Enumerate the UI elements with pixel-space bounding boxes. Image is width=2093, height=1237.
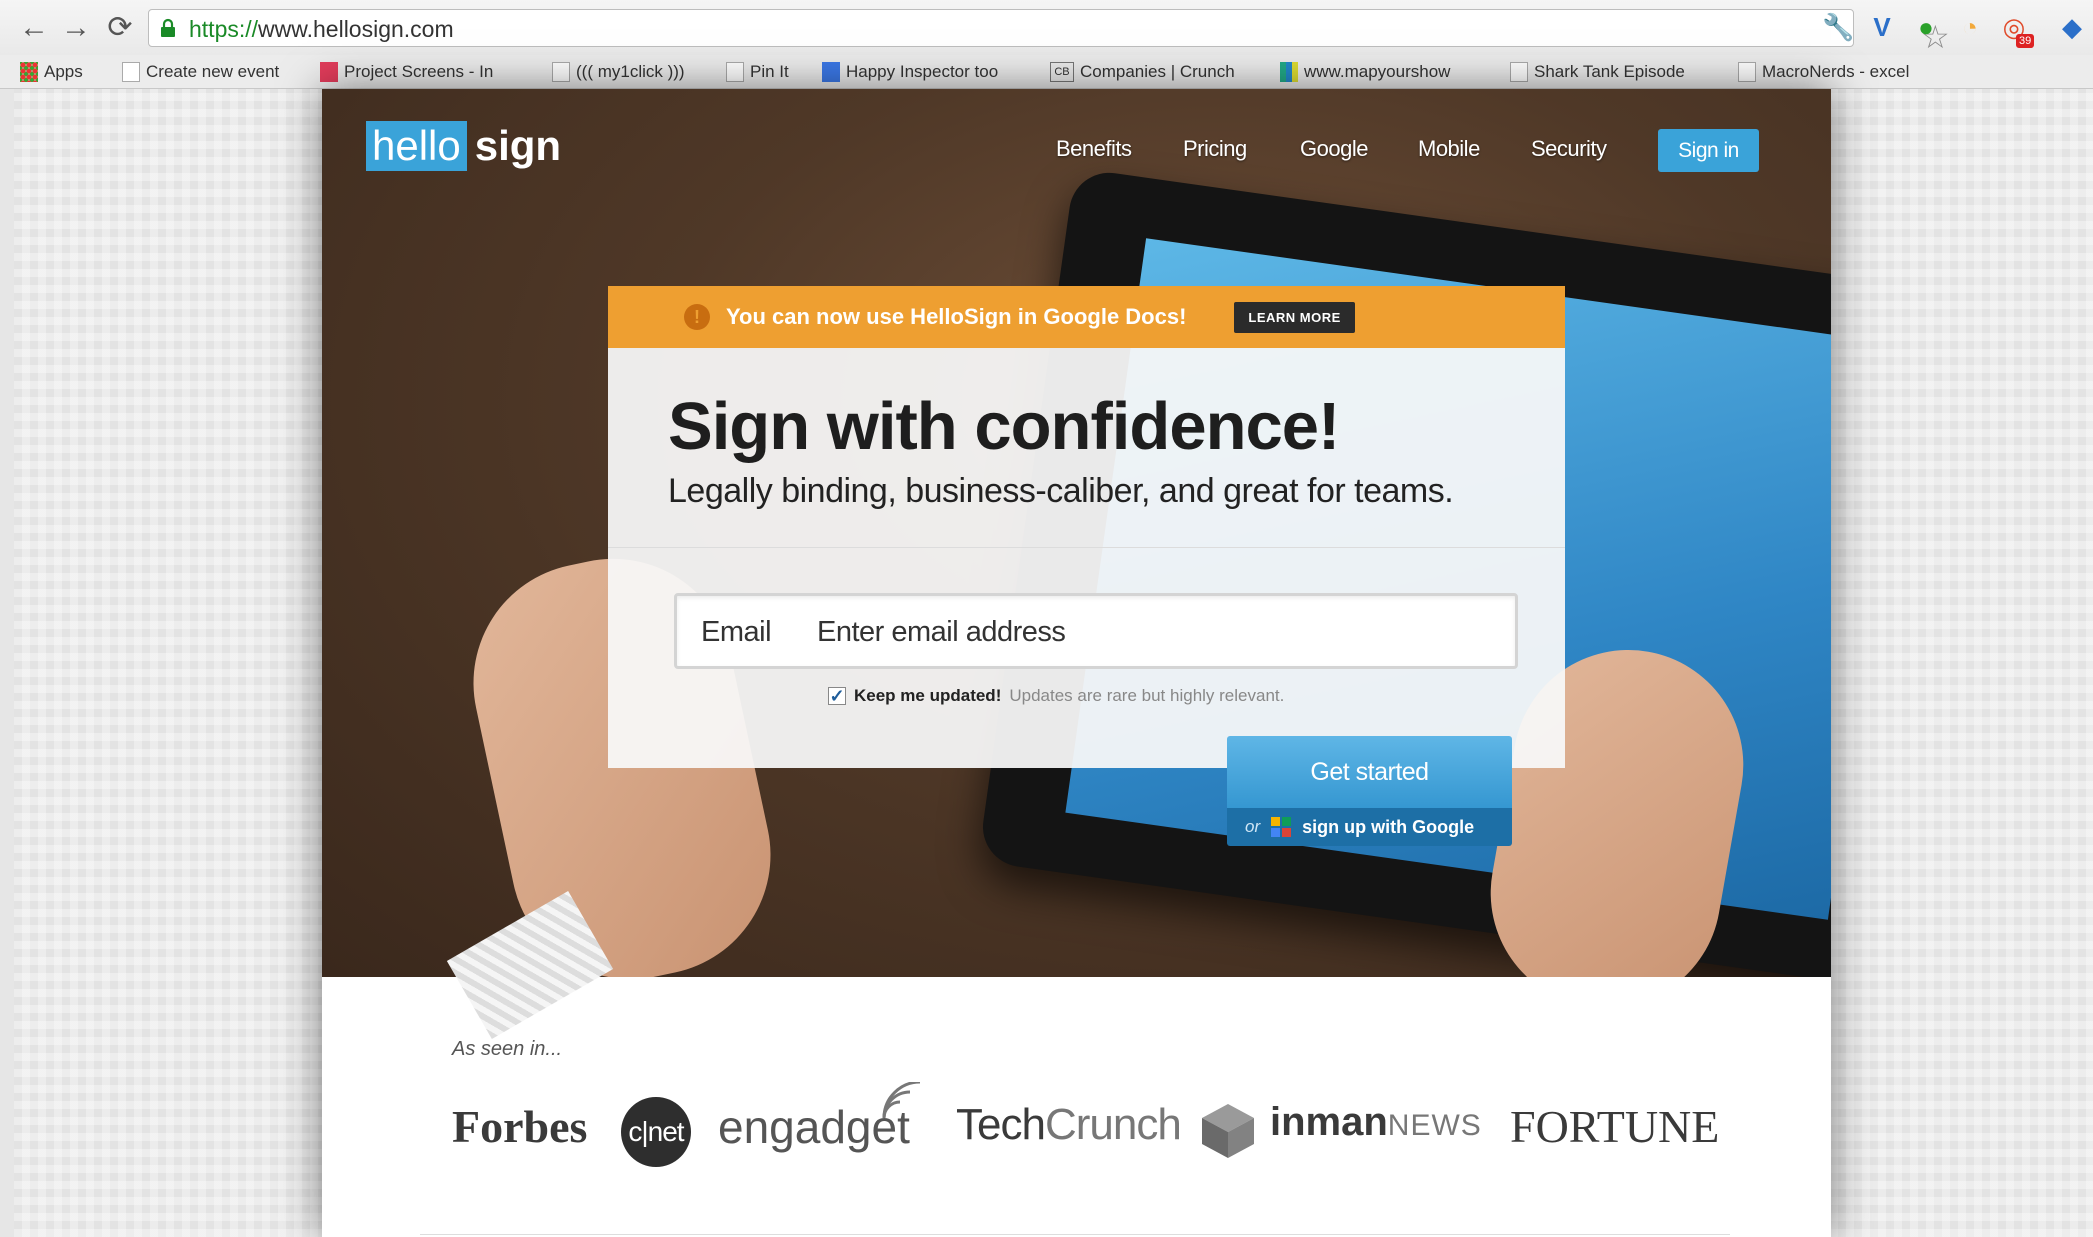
crunchbase-icon: CB <box>1050 62 1074 82</box>
bookmark-pin-it[interactable]: Pin It <box>726 58 789 86</box>
bookmark-label: Happy Inspector too <box>846 62 999 81</box>
bookmark-apps[interactable]: Apps <box>20 58 83 86</box>
email-field[interactable]: Email <box>674 593 1518 669</box>
or-label: or <box>1245 817 1261 836</box>
google-icon <box>1271 817 1292 837</box>
page-icon <box>122 62 140 82</box>
back-arrow-icon[interactable]: ← <box>16 10 52 46</box>
cnet-logo: c|net <box>621 1097 691 1167</box>
google-signup-button[interactable]: or sign up with Google <box>1227 808 1512 846</box>
nav-mobile[interactable]: Mobile <box>1418 136 1480 162</box>
techcrunch-logo-part1: Tech <box>956 1100 1046 1149</box>
url-text[interactable]: https://www.hellosign.com <box>189 15 454 43</box>
bookmark-project-screens[interactable]: Project Screens - In <box>320 58 493 86</box>
lock-icon <box>161 18 175 37</box>
bookmark-label: Shark Tank Episode <box>1534 62 1685 81</box>
keep-updated-checkbox[interactable]: ✓ <box>828 687 846 705</box>
inman-logo-part1: inman <box>1270 1100 1388 1144</box>
bookmark-label: Pin It <box>750 62 789 81</box>
invision-icon <box>320 62 338 82</box>
wrench-icon[interactable]: 🔧 <box>1822 11 1854 43</box>
page-icon <box>1738 62 1756 82</box>
logo-hello: hello <box>366 121 467 171</box>
bookmark-crunchbase[interactable]: CB Companies | Crunch <box>1050 58 1235 86</box>
card-header: Sign with confidence! Legally binding, b… <box>608 348 1565 548</box>
green-pin-extension-icon[interactable]: ● <box>1910 11 1942 43</box>
inman-news-logo: inmanNEWS <box>1270 1100 1482 1145</box>
as-seen-in-label: As seen in... <box>452 1038 563 1060</box>
bookmark-label: Create new event <box>146 62 280 81</box>
techcrunch-logo: TechCrunch <box>956 1100 1182 1150</box>
sign-in-button[interactable]: Sign in <box>1658 129 1759 172</box>
page-icon <box>726 62 744 82</box>
bookmark-my1click[interactable]: ((( my1click ))) <box>552 58 685 86</box>
bookmark-label: Project Screens - In <box>344 62 494 81</box>
engadget-waves-icon <box>882 1082 921 1119</box>
logo-sign: sign <box>474 122 562 169</box>
keep-updated-label: Keep me updated! <box>854 686 1002 705</box>
nav-pricing[interactable]: Pricing <box>1183 136 1247 162</box>
fortune-logo: FORTUNE <box>1510 1101 1720 1152</box>
bookmark-label: www.mapyourshow <box>1304 62 1451 81</box>
inman-logo-part2: NEWS <box>1387 1109 1482 1142</box>
get-started-button[interactable]: Get started <box>1227 736 1512 808</box>
address-bar[interactable]: https://www.hellosign.com ☆ <box>148 9 1950 55</box>
signup-card: Sign with confidence! Legally binding, b… <box>608 348 1565 768</box>
email-input[interactable] <box>817 608 1507 656</box>
techcrunch-logo-part2: Crunch <box>1044 1100 1182 1149</box>
page-icon <box>552 62 570 82</box>
bookmark-create-new-event[interactable]: Create new event <box>122 58 279 86</box>
reload-icon[interactable]: ⟳ <box>102 10 138 46</box>
forward-arrow-icon[interactable]: → <box>58 10 94 46</box>
inman-cube-icon <box>1202 1104 1254 1158</box>
puzzle-extension-icon[interactable]: ◆ <box>2056 11 2088 43</box>
page-subtitle: Legally binding, business-caliber, and g… <box>668 472 1454 510</box>
nav-security[interactable]: Security <box>1531 136 1607 162</box>
bookmark-shark-tank[interactable]: Shark Tank Episode <box>1510 58 1685 86</box>
announcement-banner: ! You can now use HelloSign in Google Do… <box>608 286 1565 348</box>
bookmark-macronerds[interactable]: MacroNerds - excel <box>1738 58 1909 86</box>
extension-badge: 39 <box>2016 34 2035 48</box>
alert-icon: ! <box>684 304 710 330</box>
bookmark-label: ((( my1click ))) <box>576 62 685 81</box>
email-label: Email <box>701 616 772 648</box>
url-host: www.hellosign.com <box>258 16 454 42</box>
v-extension-icon[interactable]: V <box>1866 11 1898 43</box>
bookmark-label: MacroNerds - excel <box>1762 62 1910 81</box>
rss-icon[interactable]: ◔ <box>1954 11 1986 43</box>
divider <box>420 1234 1730 1235</box>
bookmark-label: Apps <box>44 62 83 81</box>
banner-text: You can now use HelloSign in Google Docs… <box>726 304 1187 329</box>
url-scheme: https:// <box>189 16 259 42</box>
nav-benefits[interactable]: Benefits <box>1056 136 1132 162</box>
bookmark-happy-inspector[interactable]: Happy Inspector too <box>822 58 998 86</box>
keep-updated-row: ✓ Keep me updated! Updates are rare but … <box>828 686 1284 706</box>
browser-toolbar: ← → ⟳ https://www.hellosign.com ☆ 🔧 V ● … <box>0 0 2093 55</box>
bookmark-mapyourshow[interactable]: www.mapyourshow <box>1280 58 1450 86</box>
forbes-logo: Forbes <box>452 1101 588 1152</box>
google-signup-label: sign up with Google <box>1302 816 1475 837</box>
page-icon <box>1510 62 1528 82</box>
learn-more-button[interactable]: LEARN MORE <box>1234 301 1355 333</box>
docs-icon <box>822 62 840 82</box>
keep-updated-note: Updates are rare but highly relevant. <box>1009 686 1285 705</box>
page-title: Sign with confidence! <box>668 389 1340 464</box>
nav-google[interactable]: Google <box>1300 136 1368 162</box>
hellosign-logo[interactable]: hello sign <box>366 120 561 172</box>
bookmark-label: Companies | Crunch <box>1080 62 1235 81</box>
mapyourshow-icon <box>1280 62 1298 82</box>
apps-grid-icon <box>20 62 38 82</box>
